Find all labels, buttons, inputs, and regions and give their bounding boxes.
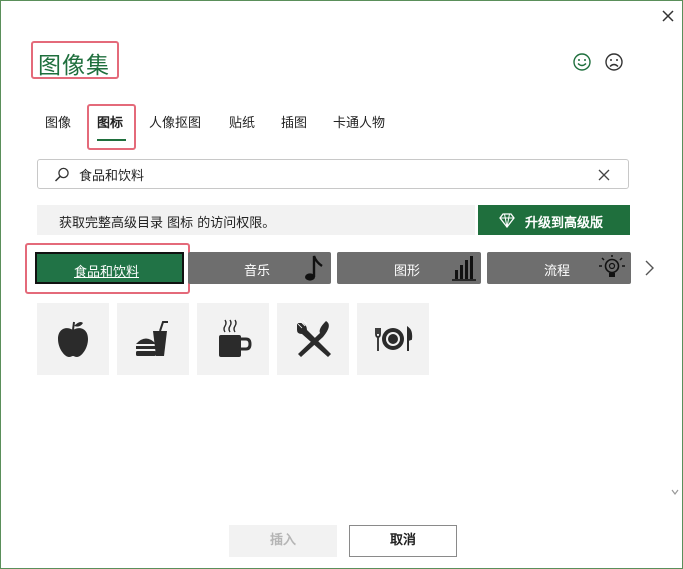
result-icon-tile[interactable] <box>37 303 109 375</box>
premium-banner-text: 获取完整高级目录 图标 的访问权限。 <box>59 216 276 231</box>
category-label: 图形 <box>394 264 421 279</box>
category-process[interactable]: 流程 <box>487 252 631 284</box>
tab-images[interactable]: 图像 <box>45 112 71 131</box>
tab-cutout-people[interactable]: 人像抠图 <box>149 112 201 131</box>
category-label: 流程 <box>544 264 571 279</box>
result-icon-tile[interactable] <box>197 303 269 375</box>
category-label: 食品和饮料 <box>74 265 140 280</box>
fork-knife-icon <box>296 319 331 357</box>
upgrade-label: 升级到高级版 <box>525 216 604 231</box>
category-food-drink[interactable]: 食品和饮料 <box>35 252 184 284</box>
premium-banner: 获取完整高级目录 图标 的访问权限。 <box>37 205 475 235</box>
result-icon-tile[interactable] <box>277 303 349 375</box>
category-shapes[interactable]: 图形 <box>337 252 481 284</box>
fast-food-icon <box>136 321 168 356</box>
search-icon <box>54 167 69 182</box>
scroll-down-icon[interactable] <box>670 487 680 497</box>
tab-stickers[interactable]: 贴纸 <box>229 112 255 131</box>
apple-icon <box>58 321 88 357</box>
dialog-title: 图像集 <box>38 53 110 79</box>
diamond-icon <box>499 213 515 228</box>
insert-button[interactable]: 插入 <box>229 525 337 557</box>
frown-face-icon[interactable] <box>604 52 624 72</box>
category-music[interactable]: 音乐 <box>188 252 331 284</box>
result-icon-tile[interactable] <box>357 303 429 375</box>
music-note-icon <box>305 255 323 281</box>
close-icon[interactable] <box>658 6 678 26</box>
chevron-right-icon[interactable] <box>642 259 656 277</box>
lightbulb-icon <box>599 255 625 277</box>
coffee-cup-icon <box>219 319 252 357</box>
cancel-button[interactable]: 取消 <box>349 525 457 557</box>
tab-illustrations[interactable]: 插图 <box>281 112 307 131</box>
smile-face-icon[interactable] <box>572 52 592 72</box>
plate-cutlery-icon <box>375 325 413 351</box>
image-collection-dialog: 图像集 图像 图标 人像抠图 贴纸 插图 卡通人物 获取完整高级目录 图标 的访… <box>0 0 683 569</box>
category-label: 音乐 <box>244 264 271 279</box>
result-icon-tile[interactable] <box>117 303 189 375</box>
tab-cartoon-people[interactable]: 卡通人物 <box>333 112 385 131</box>
tab-highlight <box>87 104 136 150</box>
search-box <box>37 159 629 189</box>
clear-search-icon[interactable] <box>596 167 612 183</box>
upgrade-button[interactable]: 升级到高级版 <box>478 205 630 235</box>
bar-chart-icon <box>452 256 476 281</box>
search-input[interactable] <box>79 167 559 182</box>
